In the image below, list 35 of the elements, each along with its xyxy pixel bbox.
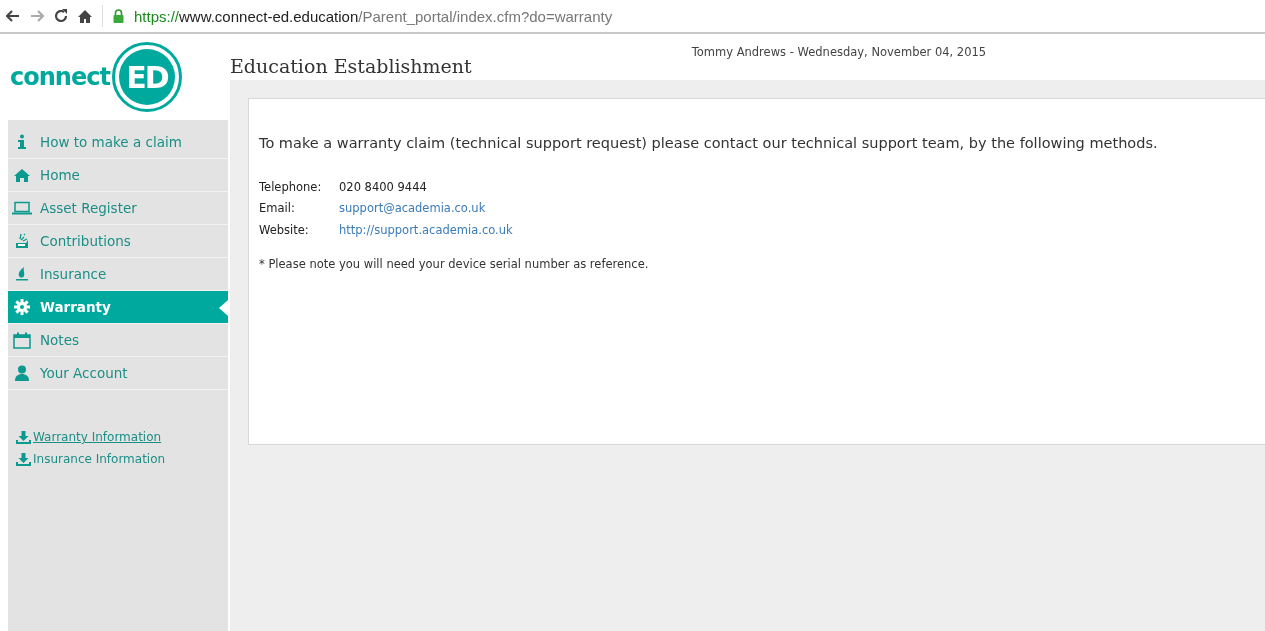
download-icon: [16, 452, 31, 466]
sidebar-item[interactable]: Notes: [8, 324, 228, 357]
note-text: * Please note you will need your device serial number as reference.: [259, 256, 650, 271]
instruction-text: To make a warranty claim (technical support request) please contact our technical support team, by the following methods.: [259, 135, 1159, 151]
logo[interactable]: connect ED: [8, 34, 228, 120]
sidebar-item[interactable]: Home: [8, 159, 228, 192]
settings-icon: [14, 299, 30, 315]
page-title: Education Establishment: [230, 55, 472, 77]
info-icon: [15, 134, 29, 150]
user-date-text: Tommy Andrews - Wednesday, November 04, 2015: [691, 45, 987, 59]
home-icon[interactable]: [78, 9, 92, 23]
lock-icon: [113, 9, 124, 23]
flame-icon: [14, 266, 30, 282]
calendar-icon: [13, 331, 31, 349]
sidebar-item[interactable]: Your Account: [8, 357, 228, 390]
contact-value: 020 8400 9444: [339, 179, 427, 194]
sidebar-item[interactable]: Warranty: [8, 291, 228, 324]
laptop-icon: [12, 201, 32, 215]
download-icon: [16, 430, 31, 444]
contact-link[interactable]: http://support.academia.co.uk: [339, 222, 513, 237]
hand-coins-icon: [14, 233, 30, 249]
home-icon: [14, 168, 30, 182]
contact-label: Website:: [259, 222, 310, 237]
sidebar-item[interactable]: Contributions: [8, 225, 228, 258]
download-link[interactable]: Insurance Information: [33, 452, 166, 466]
contact-label: Telephone:: [259, 179, 323, 194]
contact-label: Email:: [259, 201, 296, 216]
user-icon: [14, 365, 30, 381]
sidebar-item[interactable]: How to make a claim: [8, 126, 228, 159]
address-text[interactable]: https://www.connect-ed.education/Parent_portal/index.cfm?do=warranty: [134, 7, 613, 25]
back-icon[interactable]: [6, 10, 20, 22]
sidebar-item[interactable]: Asset Register: [8, 192, 228, 225]
download-link[interactable]: Warranty Information: [33, 430, 162, 444]
contact-link[interactable]: support@academia.co.uk: [339, 201, 486, 216]
reload-icon[interactable]: [54, 9, 68, 23]
